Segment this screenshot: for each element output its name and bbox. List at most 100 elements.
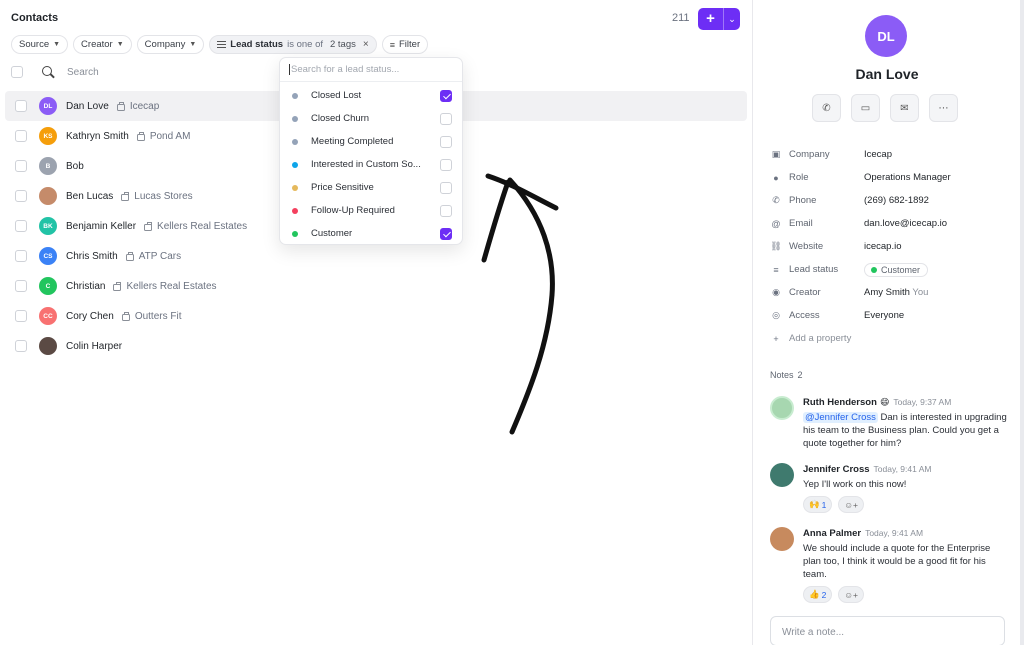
row-checkbox[interactable] <box>15 190 27 202</box>
remove-filter-icon[interactable]: × <box>363 39 369 50</box>
status-badge[interactable]: Customer <box>864 262 929 277</box>
row-checkbox[interactable] <box>15 280 27 292</box>
property-row[interactable]: @ Email dan.love@icecap.io <box>770 212 1010 235</box>
message-button[interactable]: ▭ <box>851 94 880 122</box>
lead-status-dropdown: Search for a lead status... Closed Lost C… <box>279 57 463 245</box>
chevron-down-icon[interactable]: ⌄ <box>724 8 740 30</box>
note-time: Today, 9:41 AM <box>865 528 924 538</box>
table-row[interactable]: C Christian Kellers Real Estates <box>5 271 747 301</box>
option-label: Customer <box>311 228 353 239</box>
building-icon: ▣ <box>771 149 781 159</box>
table-row[interactable]: CS Chris Smith ATP Cars <box>5 241 747 271</box>
contact-name[interactable]: Bob <box>66 161 84 172</box>
status-dot <box>292 138 298 145</box>
contact-name[interactable]: Ben Lucas <box>66 191 113 202</box>
phone-icon: ✆ <box>772 195 780 205</box>
avatar: CS <box>39 247 57 265</box>
company-icon <box>144 221 153 231</box>
add-reaction-button[interactable]: ☺+ <box>838 586 864 603</box>
mention-link[interactable]: @Jennifer Cross <box>803 412 878 423</box>
row-checkbox[interactable] <box>15 250 27 262</box>
contact-name[interactable]: Christian <box>66 281 105 292</box>
add-reaction-button[interactable]: ☺+ <box>838 496 864 513</box>
add-reaction-icon: ☺+ <box>844 589 858 600</box>
option-label: Interested in Custom So... <box>311 159 421 170</box>
option-checkbox[interactable] <box>440 89 452 102</box>
property-row[interactable]: ▣ Company Icecap <box>770 143 1010 166</box>
at-icon: @ <box>771 218 781 229</box>
property-row[interactable]: ◉ Creator Amy Smith You <box>770 281 1010 304</box>
lead-status-option[interactable]: Closed Lost <box>280 84 462 107</box>
text-cursor <box>289 64 290 75</box>
reaction-badge[interactable]: 🙌 1 <box>803 496 833 513</box>
property-row[interactable]: ✆ Phone (269) 682-1892 <box>770 189 1010 212</box>
person-icon: ● <box>773 172 779 183</box>
lead-status-filter[interactable]: Lead status is one of 2 tags × <box>209 35 377 54</box>
property-sub: You <box>912 287 929 298</box>
more-button[interactable]: ⋯ <box>929 94 958 122</box>
row-checkbox[interactable] <box>15 100 27 112</box>
contact-name[interactable]: Chris Smith <box>66 251 118 262</box>
call-button[interactable]: ✆ <box>812 94 841 122</box>
property-row[interactable]: ● Role Operations Manager <box>770 166 1010 189</box>
company-icon <box>136 131 145 141</box>
add-contact-button[interactable]: + ⌄ <box>698 8 740 30</box>
status-dot <box>292 115 298 122</box>
contact-name[interactable]: Colin Harper <box>66 341 122 352</box>
contact-name[interactable]: Kathryn Smith <box>66 131 129 142</box>
company-filter[interactable]: Company ▼ <box>136 35 205 54</box>
filter-button[interactable]: ≡ Filter <box>381 35 429 54</box>
row-checkbox[interactable] <box>15 160 27 172</box>
table-row[interactable]: Colin Harper <box>5 331 747 361</box>
company-icon <box>121 191 130 201</box>
search-input[interactable]: Search <box>67 67 99 78</box>
property-value: icecap.io <box>864 241 902 252</box>
option-checkbox[interactable] <box>440 227 452 240</box>
creator-filter[interactable]: Creator ▼ <box>73 35 132 54</box>
email-button[interactable]: ✉ <box>890 94 919 122</box>
property-row[interactable]: ◎ Access Everyone <box>770 304 1010 327</box>
property-row[interactable]: ⛓ Website icecap.io <box>770 235 1010 258</box>
notes-header: Notes 2 <box>770 370 803 380</box>
lead-status-option[interactable]: Customer <box>280 222 462 245</box>
lead-status-option[interactable]: Follow-Up Required <box>280 199 462 222</box>
source-filter[interactable]: Source ▼ <box>11 35 69 54</box>
lead-status-option[interactable]: Price Sensitive <box>280 176 462 199</box>
table-row[interactable]: CC Cory Chen Outters Fit <box>5 301 747 331</box>
lead-status-option[interactable]: Interested in Custom So... <box>280 153 462 176</box>
option-checkbox[interactable] <box>440 158 452 171</box>
row-checkbox[interactable] <box>15 130 27 142</box>
contact-name[interactable]: Cory Chen <box>66 311 114 322</box>
lead-status-value: 2 tags <box>330 39 356 50</box>
row-checkbox[interactable] <box>15 340 27 352</box>
phone-icon: ✆ <box>822 102 831 114</box>
option-checkbox[interactable] <box>440 112 452 125</box>
contact-name[interactable]: Dan Love <box>66 101 109 112</box>
option-checkbox[interactable] <box>440 135 452 148</box>
avatar: BK <box>39 217 57 235</box>
eye-icon: ◎ <box>772 310 780 320</box>
contact-name[interactable]: Benjamin Keller <box>66 221 136 232</box>
list-icon <box>217 41 227 48</box>
property-row[interactable]: ≡ Lead status Customer <box>770 258 1010 281</box>
add-reaction-icon: ☺+ <box>844 499 858 510</box>
select-all-checkbox[interactable] <box>11 66 23 78</box>
row-checkbox[interactable] <box>15 220 27 232</box>
contact-company: Lucas Stores <box>134 190 193 202</box>
lead-status-search-input[interactable]: Search for a lead status... <box>280 58 462 82</box>
add-property-label: Add a property <box>789 333 852 344</box>
plus-icon[interactable]: + <box>698 8 724 30</box>
row-checkbox[interactable] <box>15 310 27 322</box>
notes-label: Notes <box>770 370 794 380</box>
filter-icon: ≡ <box>389 39 395 50</box>
reaction-badge[interactable]: 👍 2 <box>803 586 833 603</box>
status-dot <box>292 207 298 214</box>
option-checkbox[interactable] <box>440 181 452 194</box>
lead-status-option[interactable]: Meeting Completed <box>280 130 462 153</box>
add-property-button[interactable]: + Add a property <box>770 327 1010 350</box>
lead-status-option[interactable]: Closed Churn <box>280 107 462 130</box>
option-checkbox[interactable] <box>440 204 452 217</box>
company-icon <box>125 251 134 261</box>
write-note-input[interactable]: Write a note... <box>770 616 1005 645</box>
status-dot <box>292 161 298 168</box>
